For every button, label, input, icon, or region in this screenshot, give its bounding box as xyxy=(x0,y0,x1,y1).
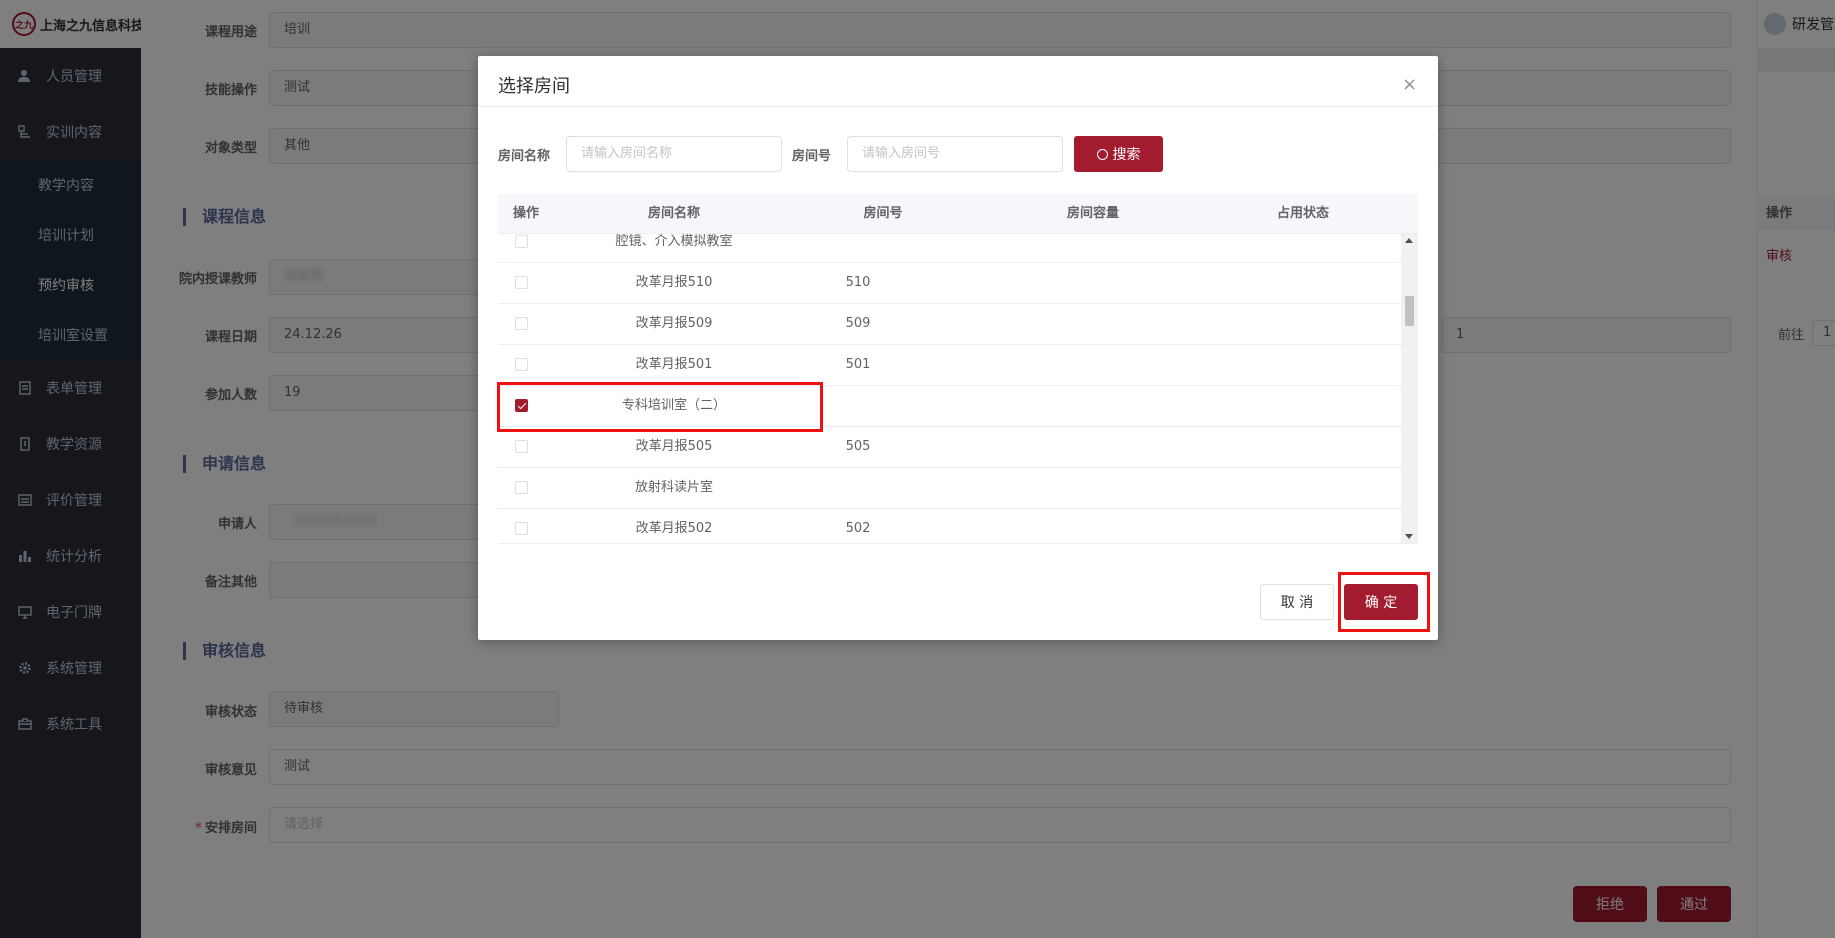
header-action: 操作 xyxy=(512,206,539,221)
room-number-cell xyxy=(828,386,888,426)
room-name-cell: 改革月报501 xyxy=(635,357,713,372)
table-row-selected[interactable]: 专科培训室（二） xyxy=(498,386,1401,427)
room-number-cell: 509 xyxy=(845,316,871,331)
room-name-cell: 改革月报510 xyxy=(635,275,713,290)
scroll-up-arrow-icon[interactable] xyxy=(1405,238,1413,243)
search-icon xyxy=(1096,148,1108,160)
room-number-cell: 510 xyxy=(845,275,871,290)
search-button[interactable]: 搜索 xyxy=(1074,136,1163,172)
header-room-name: 房间名称 xyxy=(647,206,700,221)
row-checkbox[interactable] xyxy=(515,276,528,289)
room-name-cell: 放射科读片室 xyxy=(634,480,713,495)
search-button-label: 搜索 xyxy=(1112,147,1141,163)
room-number-cell xyxy=(828,468,888,508)
table-row[interactable]: 放射科读片室 xyxy=(498,468,1401,509)
room-number-cell xyxy=(828,234,888,262)
room-name-cell: 腔镜、介入模拟教室 xyxy=(615,234,733,249)
room-name-input[interactable]: 请输入房间名称 xyxy=(566,136,782,172)
table-row[interactable]: 改革月报509 509 xyxy=(498,304,1401,345)
room-number-label: 房间号 xyxy=(792,149,832,164)
row-checkbox[interactable] xyxy=(515,522,528,535)
row-checkbox[interactable] xyxy=(515,358,528,371)
table-row[interactable]: 腔镜、介入模拟教室 xyxy=(498,234,1401,263)
room-number-cell: 502 xyxy=(845,521,871,536)
room-name-cell: 改革月报505 xyxy=(635,439,713,454)
row-checkbox[interactable] xyxy=(515,481,528,494)
room-name-cell: 改革月报509 xyxy=(635,316,713,331)
row-checkbox-checked[interactable] xyxy=(515,399,528,412)
close-icon[interactable]: × xyxy=(1402,76,1417,94)
table-row[interactable]: 改革月报501 501 xyxy=(498,345,1401,386)
header-room-number: 房间号 xyxy=(863,206,903,221)
room-name-label: 房间名称 xyxy=(498,149,551,164)
room-number-input[interactable]: 请输入房间号 xyxy=(847,136,1063,172)
scroll-down-arrow-icon[interactable] xyxy=(1405,534,1413,539)
header-occupancy: 占用状态 xyxy=(1276,206,1329,221)
room-name-cell: 改革月报502 xyxy=(635,521,713,536)
cancel-button[interactable]: 取 消 xyxy=(1260,584,1334,620)
header-room-capacity: 房间容量 xyxy=(1066,206,1119,221)
row-checkbox[interactable] xyxy=(515,235,528,248)
scrollbar-thumb[interactable] xyxy=(1405,296,1414,326)
table-scrollbar[interactable] xyxy=(1401,234,1418,543)
room-number-cell: 505 xyxy=(845,439,871,454)
table-body: 腔镜、介入模拟教室 改革月报510 510 改革月报509 509 改革月报50… xyxy=(498,234,1401,543)
confirm-button[interactable]: 确 定 xyxy=(1344,584,1418,620)
table-row[interactable]: 改革月报510 510 xyxy=(498,263,1401,304)
row-checkbox[interactable] xyxy=(515,440,528,453)
room-table: 操作 房间名称 房间号 房间容量 占用状态 腔镜、介入模拟教室 改革月报510 … xyxy=(498,194,1418,544)
table-row[interactable]: 改革月报505 505 xyxy=(498,427,1401,468)
dialog-header-divider xyxy=(478,106,1438,107)
table-row[interactable]: 改革月报502 502 xyxy=(498,509,1401,543)
dialog-title: 选择房间 xyxy=(498,76,570,97)
room-name-cell: 专科培训室（二） xyxy=(621,398,726,413)
table-header: 操作 房间名称 房间号 房间容量 占用状态 xyxy=(498,194,1418,234)
select-room-dialog: 选择房间 × 房间名称 请输入房间名称 房间号 请输入房间号 搜索 操作 房间名… xyxy=(478,56,1438,640)
room-number-cell: 501 xyxy=(845,357,871,372)
row-checkbox[interactable] xyxy=(515,317,528,330)
